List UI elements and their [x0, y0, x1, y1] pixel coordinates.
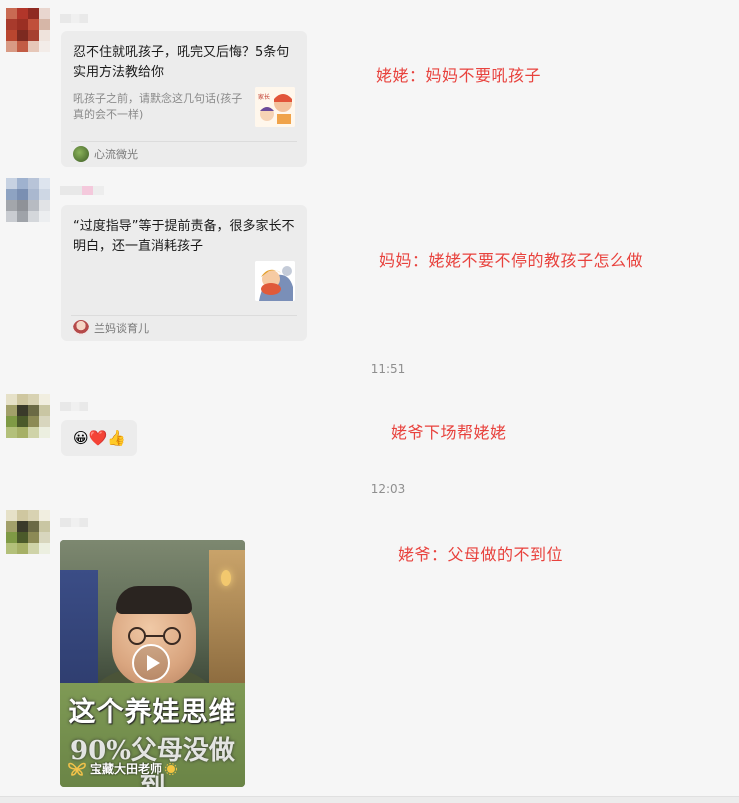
video-person-hair [116, 586, 192, 614]
annotation-note: 妈妈：姥姥不要不停的教孩子怎么做 [379, 251, 644, 270]
video-message[interactable]: 这个养娃思维 90%父母没做到 宝藏大田老师 [60, 540, 245, 787]
video-caption-line1: 这个养娃思维 [68, 697, 237, 728]
video-background-building [60, 570, 98, 685]
card-divider [71, 315, 297, 316]
card-source-name: 兰妈谈育儿 [94, 322, 149, 335]
card-divider [71, 141, 297, 142]
play-icon[interactable] [132, 644, 170, 682]
card-description: 吼孩子之前，请默念这几句话(孩子真的会不一样) [73, 92, 243, 121]
card-source: 兰妈谈育儿 [73, 320, 149, 336]
card-title: 忍不住就吼孩子，吼完又后悔？5条句实用方法教给你 [73, 45, 290, 80]
sender-name-blurred [60, 14, 88, 23]
card-title: “过度指导”等于提前责备，很多家长不明白，还一直消耗孩子 [73, 219, 295, 254]
avatar[interactable] [6, 394, 50, 438]
sender-name-blurred [60, 186, 104, 195]
cartoon-thumbnail-icon [255, 261, 295, 301]
sun-badge-icon [165, 762, 178, 775]
butterfly-icon [68, 762, 86, 776]
link-card[interactable]: “过度指导”等于提前责备，很多家长不明白，还一直消耗孩子 兰妈谈育儿 [61, 205, 307, 341]
avatar[interactable] [6, 178, 50, 222]
leaf-avatar-icon [73, 146, 89, 162]
lantern-icon [221, 570, 231, 586]
glasses-icon [128, 627, 181, 645]
annotation-note: 姥爷：父母做的不到位 [398, 545, 564, 564]
annotation-note: 姥爷下场帮姥姥 [391, 423, 507, 442]
video-author-name: 宝藏大田老师 [90, 762, 163, 776]
sender-name-blurred [60, 518, 88, 527]
sender-name-blurred [60, 402, 88, 411]
card-source-name: 心流微光 [94, 148, 138, 161]
emoji-message-bubble[interactable]: 😀❤️👍 [61, 420, 137, 456]
timestamp: 11:51 [370, 362, 406, 376]
video-caption-line2: 90%父母没做到 [70, 736, 235, 787]
video-author: 宝藏大田老师 [68, 760, 178, 777]
link-card[interactable]: 忍不住就吼孩子，吼完又后悔？5条句实用方法教给你 吼孩子之前，请默念这几句话(孩… [61, 31, 307, 167]
svg-text:家长: 家长 [258, 93, 270, 101]
cartoon-thumbnail-icon: 家长 [255, 87, 295, 127]
annotation-note: 姥姥：妈妈不要吼孩子 [376, 66, 542, 85]
mom-avatar-icon [73, 320, 89, 336]
avatar[interactable] [6, 510, 50, 554]
card-source: 心流微光 [73, 146, 138, 162]
avatar[interactable] [6, 8, 50, 52]
timestamp: 12:03 [370, 482, 406, 496]
